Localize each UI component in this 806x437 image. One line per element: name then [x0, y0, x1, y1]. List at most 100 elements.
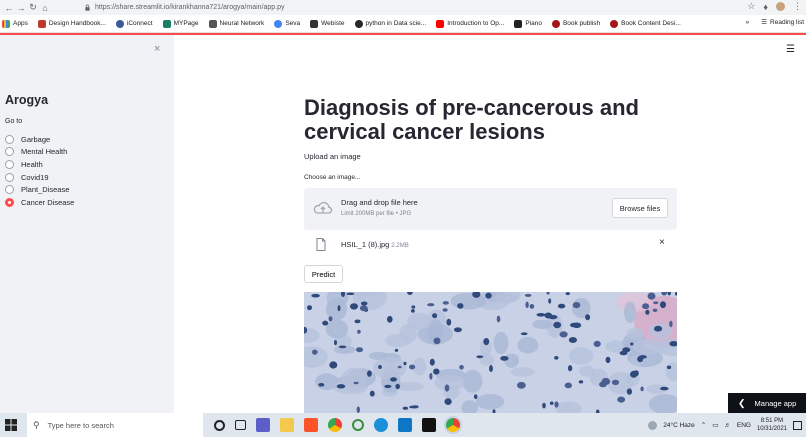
- page-title: Diagnosis of pre-cancerous and cervical …: [304, 95, 639, 144]
- taskbar-search-input[interactable]: ⚲ Type here to search: [27, 413, 203, 437]
- file-icon: [316, 238, 326, 251]
- drag-drop-text: Drag and drop file here: [341, 198, 418, 207]
- cloud-upload-icon: [313, 202, 333, 214]
- goto-label: Go to: [5, 118, 23, 125]
- b-icon: [610, 19, 619, 28]
- task-view-icon[interactable]: [235, 420, 246, 430]
- windows-start-icon[interactable]: [5, 419, 17, 431]
- notifications-icon[interactable]: [793, 420, 802, 430]
- youtube-icon: [436, 19, 445, 28]
- globe-icon: [115, 19, 124, 28]
- system-tray: 24°C Haze ⌃ ▭ ♬ ENG 8:51 PM 10/31/2021: [648, 413, 802, 437]
- terminal-icon[interactable]: [422, 418, 436, 432]
- app-circle-icon[interactable]: [352, 419, 364, 431]
- weather-text[interactable]: 24°C Haze: [663, 422, 695, 429]
- uploaded-file-row: HSIL_1 (8).jpg 2.2MB ×: [304, 236, 677, 254]
- browse-files-button[interactable]: Browse files: [612, 198, 668, 218]
- bookmark-seva[interactable]: Seva: [274, 19, 300, 28]
- chrome-menu-icon[interactable]: ⋮: [793, 1, 802, 12]
- speaker-icon[interactable]: ♬: [724, 422, 731, 429]
- radio-option-mental-health[interactable]: Mental Health: [5, 146, 74, 159]
- predict-button[interactable]: Predict: [304, 265, 343, 283]
- cell-image-graphic: [304, 292, 677, 413]
- lock-icon: [85, 4, 90, 11]
- radio-circle[interactable]: [5, 185, 14, 195]
- cervical-cell-image: [304, 292, 677, 413]
- bookmark-intro-op[interactable]: Introduction to Op...: [436, 19, 504, 28]
- g-icon: [274, 19, 283, 28]
- manage-app-button[interactable]: ❮ Manage app: [728, 393, 806, 413]
- profile-avatar[interactable]: [776, 2, 785, 11]
- url-text: https://share.streamlit.io/kirankhanna72…: [95, 4, 285, 11]
- search-icon: ⚲: [33, 419, 40, 430]
- bookmark-neural-network[interactable]: Neural Network: [208, 19, 264, 28]
- clock[interactable]: 8:51 PM 10/31/2021: [757, 417, 787, 433]
- file-dropzone[interactable]: Drag and drop file here Limit 200MB per …: [304, 188, 677, 230]
- reading-list-link[interactable]: Reading list: [770, 19, 804, 26]
- file-name: HSIL_1 (8).jpg 2.2MB: [341, 240, 409, 249]
- forward-icon[interactable]: →: [15, 3, 27, 13]
- radio-circle-selected[interactable]: [5, 197, 14, 207]
- radio-circle[interactable]: [5, 172, 14, 182]
- bookmark-iconnect[interactable]: iConnect: [115, 19, 153, 28]
- radio-option-garbage[interactable]: Garbage: [5, 133, 74, 146]
- cortana-icon[interactable]: [214, 419, 225, 431]
- remove-file-icon[interactable]: ×: [659, 237, 665, 248]
- bookmark-mypage[interactable]: MYPage: [162, 19, 199, 28]
- reload-icon[interactable]: ↻: [27, 2, 39, 13]
- bookmark-book-content[interactable]: Book Content Desi...: [610, 19, 681, 28]
- radio-option-cancer-disease[interactable]: Cancer Disease: [5, 196, 74, 209]
- chevron-up-icon[interactable]: ⌃: [701, 421, 706, 429]
- b-icon: [551, 19, 560, 28]
- hamburger-menu-icon[interactable]: ☰: [786, 44, 795, 55]
- home-icon[interactable]: ⌂: [39, 3, 51, 13]
- star-icon[interactable]: ☆: [747, 1, 755, 12]
- radio-circle[interactable]: [5, 159, 14, 169]
- vscode-icon[interactable]: [398, 418, 412, 432]
- radio-circle[interactable]: [5, 147, 14, 157]
- bookmark-design-handbook[interactable]: Design Handbook...: [37, 19, 106, 28]
- upload-text: Upload an image: [304, 152, 361, 161]
- radio-option-plant-disease[interactable]: Plant_Disease: [5, 183, 74, 196]
- file-size: 2.2MB: [391, 243, 409, 249]
- windows-taskbar: ⚲ Type here to search 24°C Haze ⌃ ▭ ♬ EN…: [0, 413, 806, 437]
- file-explorer-icon[interactable]: [280, 418, 294, 432]
- bolt-icon: [310, 19, 319, 28]
- edge-icon[interactable]: [374, 418, 388, 432]
- bookmark-piano[interactable]: Piano: [514, 19, 542, 28]
- network-icon[interactable]: ▭: [712, 421, 718, 429]
- file-limit-text: Limit 200MB per file • JPG: [341, 211, 412, 217]
- sidebar-title: Arogya: [5, 93, 49, 107]
- file-uploader-label: Choose an image...: [304, 174, 361, 181]
- extensions-icon[interactable]: ♦: [763, 2, 768, 12]
- bookmark-book-publish[interactable]: Book publish: [551, 19, 600, 28]
- clock-date: 10/31/2021: [756, 426, 787, 432]
- bookmarks-bar: Apps Design Handbook... iConnect MYPage …: [0, 15, 806, 33]
- sidebar: × Arogya Go to Garbage Mental Health Hea…: [0, 35, 174, 413]
- radio-option-health[interactable]: Health: [5, 158, 74, 171]
- chrome-profile-icon[interactable]: [446, 418, 460, 432]
- chevron-left-icon: ❮: [738, 397, 746, 408]
- bookmark-apps[interactable]: Apps: [2, 19, 28, 28]
- address-bar[interactable]: https://share.streamlit.io/kirankhanna72…: [78, 1, 718, 14]
- more-bookmarks-icon[interactable]: »: [746, 19, 750, 26]
- bookmark-python[interactable]: python in Data scie...: [354, 19, 426, 28]
- clock-time: 8:51 PM: [760, 418, 784, 424]
- reading-list-icon: ☰: [761, 19, 768, 26]
- brave-icon[interactable]: [304, 418, 318, 432]
- back-icon[interactable]: ←: [3, 3, 15, 13]
- radio-option-covid19[interactable]: Covid19: [5, 171, 74, 184]
- apps-grid-icon: [2, 19, 10, 28]
- doc-icon: [208, 19, 217, 28]
- weather-icon: [648, 420, 658, 430]
- page-icon: [162, 19, 171, 28]
- nav-radio-group: Garbage Mental Health Health Covid19 Pla…: [5, 133, 74, 209]
- close-sidebar-icon[interactable]: ×: [154, 43, 160, 55]
- github-icon: [354, 19, 363, 28]
- language-indicator[interactable]: ENG: [737, 422, 751, 429]
- teams-icon[interactable]: [256, 418, 270, 432]
- chrome-icon[interactable]: [328, 418, 342, 432]
- folder-icon: [37, 19, 46, 28]
- radio-circle[interactable]: [5, 134, 14, 144]
- bookmark-webiste[interactable]: Webiste: [310, 19, 345, 28]
